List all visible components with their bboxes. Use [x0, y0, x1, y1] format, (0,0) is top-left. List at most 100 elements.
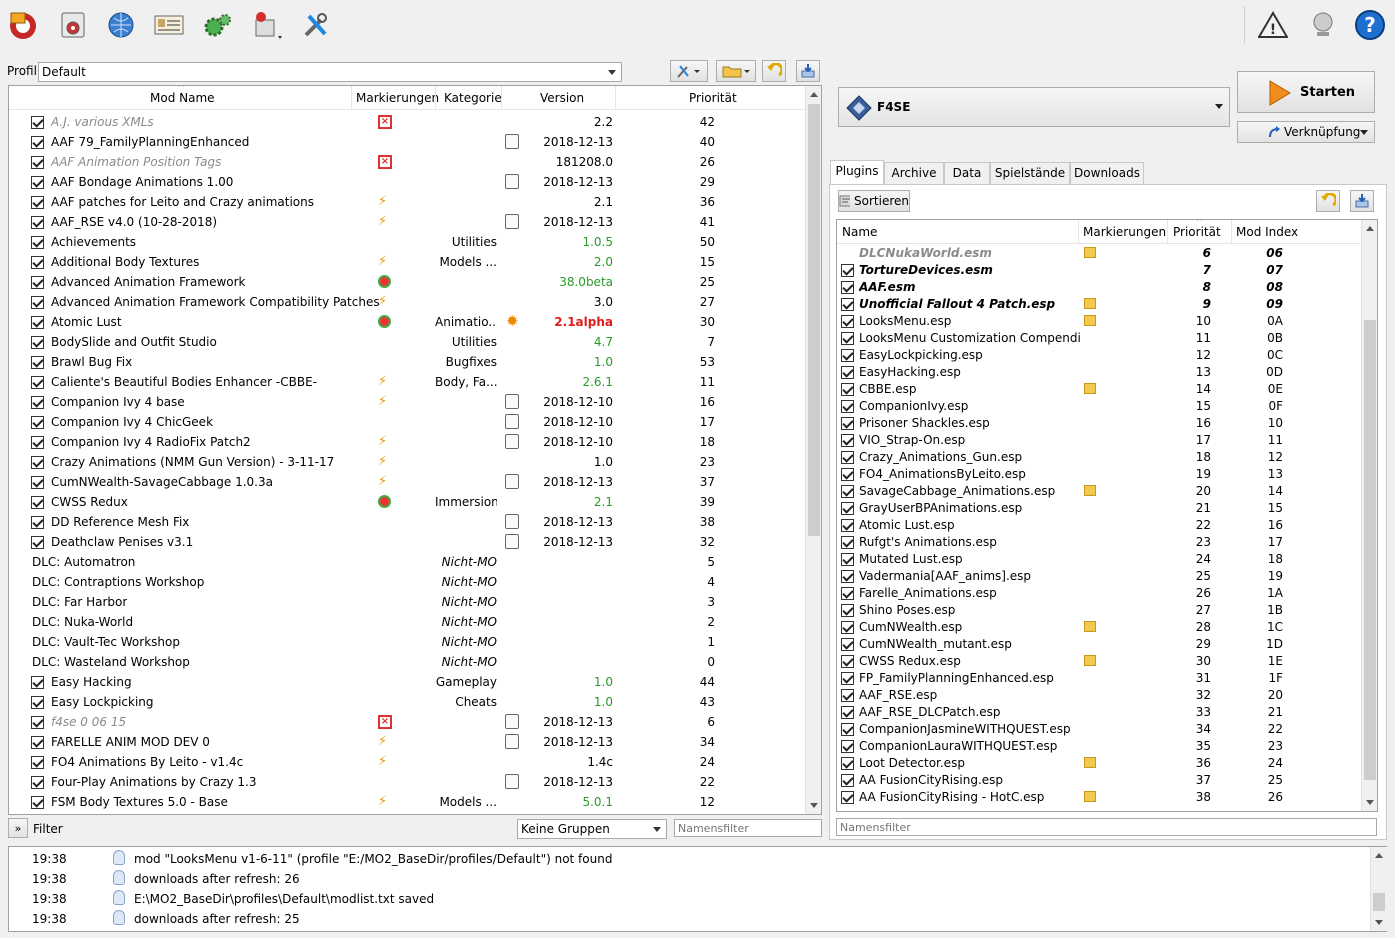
plugin-row[interactable]: EasyLockpicking.esp 12 0C — [837, 347, 1377, 364]
plugin-checkbox[interactable] — [841, 791, 854, 804]
mod-checkbox[interactable] — [31, 496, 44, 509]
create-backup-button[interactable] — [796, 60, 820, 82]
plugin-checkbox[interactable] — [841, 774, 854, 787]
groups-select[interactable]: Keine Gruppen — [517, 819, 667, 839]
plugin-row[interactable]: FO4_AnimationsByLeito.esp 19 13 — [837, 466, 1377, 483]
globe-icon[interactable] — [104, 8, 138, 42]
mod-row[interactable]: CWSS Redux Immersion 2.1 39 — [9, 492, 821, 512]
mod-row[interactable]: Brawl Bug Fix Bugfixes 1.0 53 — [9, 352, 821, 372]
plugin-checkbox[interactable] — [841, 536, 854, 549]
plugin-checkbox[interactable] — [841, 553, 854, 566]
plugin-checkbox[interactable] — [841, 366, 854, 379]
mod-row[interactable]: DD Reference Mesh Fix 2018-12-13 38 — [9, 512, 821, 532]
mod-row[interactable]: AAF patches for Leito and Crazy animatio… — [9, 192, 821, 212]
mod-row[interactable]: DLC: Nuka-World Nicht-MO 2 — [9, 612, 821, 632]
mod-row[interactable]: FO4 Animations By Leito - v1.4c ⚡ 1.4c 24 — [9, 752, 821, 772]
mod-checkbox[interactable] — [31, 796, 44, 809]
plugin-checkbox[interactable] — [841, 468, 854, 481]
mod-checkbox[interactable] — [31, 376, 44, 389]
plugin-name-filter-input[interactable] — [836, 818, 1377, 836]
mod-row[interactable]: Atomic Lust Animatio... ✹ 2.1alpha 30 — [9, 312, 821, 332]
plugin-checkbox[interactable] — [841, 706, 854, 719]
mod-row[interactable]: FARELLE ANIM MOD DEV 0 ⚡ 2018-12-13 34 — [9, 732, 821, 752]
mod-row[interactable]: DLC: Contraptions Workshop Nicht-MO 4 — [9, 572, 821, 592]
plugin-checkbox[interactable] — [841, 519, 854, 532]
mod-name-filter-input[interactable] — [674, 819, 822, 837]
plugins-restore-button[interactable] — [1316, 190, 1340, 212]
plugin-checkbox[interactable] — [841, 672, 854, 685]
mod-checkbox[interactable] — [31, 756, 44, 769]
plugin-checkbox[interactable] — [841, 638, 854, 651]
plugin-row[interactable]: DLCNukaWorld.esm 6 06 — [837, 245, 1377, 262]
plugin-checkbox[interactable] — [841, 502, 854, 515]
plugin-checkbox[interactable] — [841, 757, 854, 770]
plugin-checkbox[interactable] — [841, 604, 854, 617]
col-plugin-priority[interactable]: Priorität — [1173, 225, 1221, 239]
plugins-backup-button[interactable] — [1350, 190, 1374, 212]
plugin-row[interactable]: CBBE.esp 14 0E — [837, 381, 1377, 398]
mod-row[interactable]: Easy Lockpicking Cheats 1.0 43 — [9, 692, 821, 712]
mod-checkbox[interactable] — [31, 696, 44, 709]
plugin-row[interactable]: Prisoner Shackles.esp 16 10 — [837, 415, 1377, 432]
restore-backup-button[interactable] — [762, 60, 786, 82]
col-plugin-flags[interactable]: Markierungen — [1083, 225, 1166, 239]
plugin-checkbox[interactable] — [841, 298, 854, 311]
mod-checkbox[interactable] — [31, 396, 44, 409]
mod-checkbox[interactable] — [31, 116, 44, 129]
mod-row[interactable]: CumNWealth-SavageCabbage 1.0.3a ⚡ 2018-12-… — [9, 472, 821, 492]
shortcut-button[interactable]: Verknüpfung — [1237, 121, 1375, 143]
mod-checkbox[interactable] — [31, 136, 44, 149]
network-icon[interactable] — [1306, 8, 1340, 42]
plugin-checkbox[interactable] — [841, 621, 854, 634]
mod-row[interactable]: Caliente's Beautiful Bodies Enhancer -CB… — [9, 372, 821, 392]
plugin-row[interactable]: SavageCabbage_Animations.esp 20 14 — [837, 483, 1377, 500]
plugin-checkbox[interactable] — [841, 349, 854, 362]
plugin-row[interactable]: AAF_RSE.esp 32 20 — [837, 687, 1377, 704]
mod-checkbox[interactable] — [31, 156, 44, 169]
warning-icon[interactable]: ! — [1256, 8, 1290, 42]
executable-select[interactable]: F4SE — [838, 87, 1230, 127]
mod-row[interactable]: f4se 0 06 15 × 2018-12-13 6 — [9, 712, 821, 732]
plugin-row[interactable]: EasyHacking.esp 13 0D — [837, 364, 1377, 381]
plugin-checkbox[interactable] — [841, 485, 854, 498]
mod-row[interactable]: Companion Ivy 4 RadioFix Patch2 ⚡ 2018-12-… — [9, 432, 821, 452]
mod-checkbox[interactable] — [31, 536, 44, 549]
plugin-checkbox[interactable] — [841, 451, 854, 464]
plugin-row[interactable]: TortureDevices.esm 7 07 — [837, 262, 1377, 279]
mod-checkbox[interactable] — [31, 436, 44, 449]
sort-plugins-button[interactable]: Sortieren — [838, 190, 910, 212]
plugin-checkbox[interactable] — [841, 434, 854, 447]
modlist-scrollbar[interactable] — [805, 86, 821, 814]
mod-checkbox[interactable] — [31, 356, 44, 369]
mod-row[interactable]: Deathclaw Penises v3.1 2018-12-13 32 — [9, 532, 821, 552]
mod-row[interactable]: DLC: Vault-Tec Workshop Nicht-MO 1 — [9, 632, 821, 652]
plugin-row[interactable]: FP_FamilyPlanningEnhanced.esp 31 1F — [837, 670, 1377, 687]
plugin-row[interactable]: GrayUserBPAnimations.esp 21 15 — [837, 500, 1377, 517]
mod-checkbox[interactable] — [31, 236, 44, 249]
mod-row[interactable]: AAF 79_FamilyPlanningEnhanced 2018-12-13 4… — [9, 132, 821, 152]
col-category[interactable]: Kategorie — [444, 91, 502, 105]
tab-archive[interactable]: Archive — [884, 162, 944, 184]
plugin-row[interactable]: LooksMenu.esp 10 0A — [837, 313, 1377, 330]
plugin-row[interactable]: CompanionLauraWITHQUEST.esp 35 23 — [837, 738, 1377, 755]
plugin-row[interactable]: CWSS Redux.esp 30 1E — [837, 653, 1377, 670]
log-scrollbar[interactable] — [1370, 847, 1387, 931]
plugin-checkbox[interactable] — [841, 383, 854, 396]
mod-checkbox[interactable] — [31, 416, 44, 429]
mod-row[interactable]: Crazy Animations (NMM Gun Version) - 3-1… — [9, 452, 821, 472]
mod-checkbox[interactable] — [31, 196, 44, 209]
mod-row[interactable]: A.J. various XMLs × 2.2 42 — [9, 112, 821, 132]
help-icon[interactable]: ? — [1353, 8, 1387, 42]
plugin-row[interactable]: CumNWealth.esp 28 1C — [837, 619, 1377, 636]
mod-row[interactable]: Advanced Animation Framework 38.0beta 25 — [9, 272, 821, 292]
plugin-checkbox[interactable] — [841, 723, 854, 736]
plugin-row[interactable]: Unofficial Fallout 4 Patch.esp 9 09 — [837, 296, 1377, 313]
plugin-row[interactable]: Vadermania[AAF_anims].esp 25 19 — [837, 568, 1377, 585]
plugin-checkbox[interactable] — [841, 281, 854, 294]
mod-row[interactable]: Additional Body Textures ⚡ Models ... 2.0 15 — [9, 252, 821, 272]
profile-select[interactable]: Default — [38, 62, 622, 82]
mod-row[interactable]: Four-Play Animations by Crazy 1.3 2018-12… — [9, 772, 821, 792]
plugin-row[interactable]: VIO_Strap-On.esp 17 11 — [837, 432, 1377, 449]
mod-row[interactable]: AAF Bondage Animations 1.00 2018-12-13 29 — [9, 172, 821, 192]
plugin-checkbox[interactable] — [841, 332, 854, 345]
